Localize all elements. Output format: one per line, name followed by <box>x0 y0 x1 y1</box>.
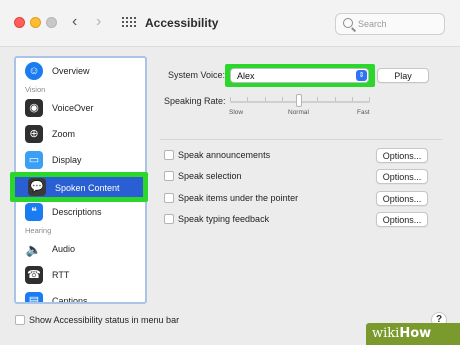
rate-tick-normal: Normal <box>288 109 309 116</box>
section-divider <box>160 139 442 140</box>
sidebar-item-rtt[interactable]: ☎ RTT <box>16 263 145 287</box>
sidebar-item-captions[interactable]: ▤ Captions <box>16 289 145 304</box>
voiceover-icon: ◉ <box>25 99 43 117</box>
speak-items-under-pointer-options-button[interactable]: Options... <box>376 191 428 206</box>
sidebar-item-overview[interactable]: ☺ Overview <box>16 59 145 83</box>
speak-typing-feedback-checkbox[interactable] <box>164 214 174 224</box>
zoom-window-button[interactable] <box>46 17 57 28</box>
sidebar-item-label: Zoom <box>52 129 76 139</box>
rate-tick-slow: Slow <box>229 109 244 116</box>
sidebar-item-label: Display <box>52 155 82 165</box>
zoom-icon: ⊕ <box>25 125 43 143</box>
sidebar-item-label: Overview <box>52 66 90 76</box>
speaking-rate-slider-thumb[interactable] <box>296 94 302 107</box>
system-voice-label: System Voice: <box>168 70 226 80</box>
speak-announcements-label: Speak announcements <box>178 150 271 160</box>
system-voice-value: Alex <box>237 71 255 81</box>
descriptions-icon: ❝ <box>25 203 43 221</box>
search-field[interactable]: Search <box>335 13 445 35</box>
sidebar-item-label: RTT <box>52 270 70 280</box>
sidebar-section-hearing: Hearing <box>25 226 52 235</box>
speak-items-under-pointer-checkbox[interactable] <box>164 193 174 203</box>
accessibility-icon: ☺ <box>25 62 43 80</box>
speak-announcements-options-button[interactable]: Options... <box>376 148 428 163</box>
sidebar-item-display[interactable]: ▭ Display <box>16 148 145 172</box>
sidebar-section-vision: Vision <box>25 85 46 94</box>
speaker-icon: 🔈 <box>25 241 43 257</box>
system-voice-highlight: Alex ⇕ <box>225 64 375 87</box>
speaking-rate-label: Speaking Rate: <box>164 96 226 106</box>
speak-selection-checkbox[interactable] <box>164 171 174 181</box>
sidebar-item-label: VoiceOver <box>52 103 94 113</box>
speech-bubble-icon: 💬 <box>28 178 46 196</box>
select-stepper-icon: ⇕ <box>356 70 367 81</box>
show-all-grid-icon[interactable] <box>122 17 136 29</box>
wikihow-watermark: wikiHow <box>366 323 460 345</box>
sidebar-item-descriptions[interactable]: ❝ Descriptions <box>16 200 145 224</box>
sidebar-item-zoom[interactable]: ⊕ Zoom <box>16 122 145 146</box>
speak-typing-feedback-label: Speak typing feedback <box>178 214 270 224</box>
sidebar-item-label: Captions <box>52 296 88 304</box>
sidebar-item-label: Spoken Content <box>55 183 120 193</box>
speak-typing-feedback-options-button[interactable]: Options... <box>376 212 428 227</box>
title-bar: ‹ › Accessibility Search <box>0 0 460 47</box>
rtt-icon: ☎ <box>25 266 43 284</box>
forward-chevron-icon[interactable]: › <box>96 14 101 30</box>
play-button[interactable]: Play <box>377 68 429 83</box>
sidebar-item-spoken-content[interactable]: 💬 Spoken Content <box>10 172 148 202</box>
sidebar-item-audio[interactable]: 🔈 Audio <box>16 237 145 261</box>
sidebar-item-label: Audio <box>52 244 76 254</box>
watermark-suffix: How <box>399 326 432 341</box>
sidebar-item-label: Descriptions <box>52 207 102 217</box>
window-title: Accessibility <box>145 16 219 30</box>
display-icon: ▭ <box>25 151 43 169</box>
system-voice-select[interactable]: Alex ⇕ <box>230 68 369 83</box>
back-chevron-icon[interactable]: ‹ <box>72 14 77 30</box>
speak-selection-options-button[interactable]: Options... <box>376 169 428 184</box>
watermark-prefix: wiki <box>372 326 400 341</box>
show-status-menu-bar-label: Show Accessibility status in menu bar <box>29 315 180 325</box>
speak-selection-label: Speak selection <box>178 171 242 181</box>
rate-tick-fast: Fast <box>357 109 370 116</box>
speak-items-under-pointer-label: Speak items under the pointer <box>178 193 299 203</box>
captions-icon: ▤ <box>25 292 43 302</box>
minimize-window-button[interactable] <box>30 17 41 28</box>
sidebar-item-voiceover[interactable]: ◉ VoiceOver <box>16 96 145 120</box>
search-icon <box>343 18 353 28</box>
system-preferences-window: ‹ › Accessibility Search ☺ Overview Visi… <box>0 0 460 345</box>
show-status-menu-bar-checkbox[interactable] <box>15 315 25 325</box>
speak-announcements-checkbox[interactable] <box>164 150 174 160</box>
close-window-button[interactable] <box>14 17 25 28</box>
search-placeholder: Search <box>358 19 387 29</box>
